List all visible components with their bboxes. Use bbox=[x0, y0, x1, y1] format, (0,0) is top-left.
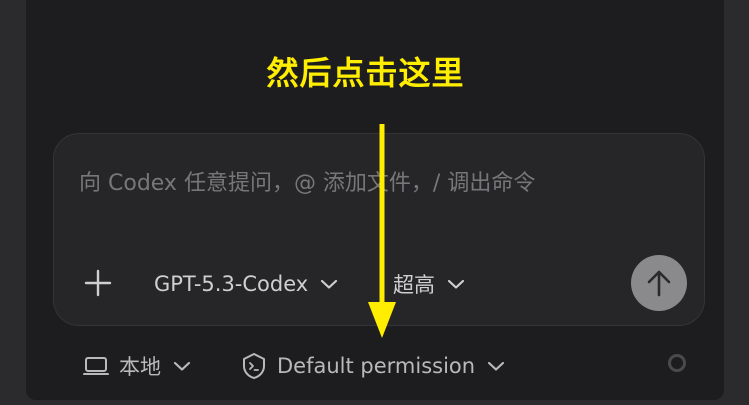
model-selector-label: GPT-5.3-Codex bbox=[154, 272, 309, 296]
environment-label: 本地 bbox=[119, 355, 161, 379]
environment-selector[interactable]: 本地 bbox=[83, 349, 191, 383]
permission-selector[interactable]: Default permission bbox=[241, 349, 505, 383]
chevron-down-icon bbox=[487, 360, 505, 372]
chevron-down-icon bbox=[320, 278, 338, 290]
app-window: 然后点击这里 向 Codex 任意提问，@ 添加文件，/ 调出命令 GPT-5.… bbox=[0, 0, 749, 405]
instruction-annotation: 然后点击这里 bbox=[266, 54, 465, 92]
effort-selector-label: 超高 bbox=[393, 273, 435, 297]
add-attachment-button[interactable] bbox=[83, 268, 113, 298]
model-selector[interactable]: GPT-5.3-Codex bbox=[154, 267, 338, 301]
chevron-down-icon bbox=[173, 360, 191, 372]
plus-icon bbox=[84, 269, 112, 297]
circle-status-icon bbox=[668, 354, 686, 372]
arrow-up-icon bbox=[647, 270, 671, 297]
prompt-input[interactable]: 向 Codex 任意提问，@ 添加文件，/ 调出命令 bbox=[79, 165, 535, 197]
prompt-composer[interactable]: 向 Codex 任意提问，@ 添加文件，/ 调出命令 GPT-5.3-Codex… bbox=[53, 133, 705, 326]
permission-label: Default permission bbox=[277, 354, 476, 378]
laptop-icon bbox=[83, 355, 109, 377]
chevron-down-icon bbox=[447, 278, 465, 290]
shield-terminal-icon bbox=[241, 352, 267, 380]
send-button[interactable] bbox=[631, 255, 687, 311]
reasoning-effort-selector[interactable]: 超高 bbox=[393, 267, 465, 301]
